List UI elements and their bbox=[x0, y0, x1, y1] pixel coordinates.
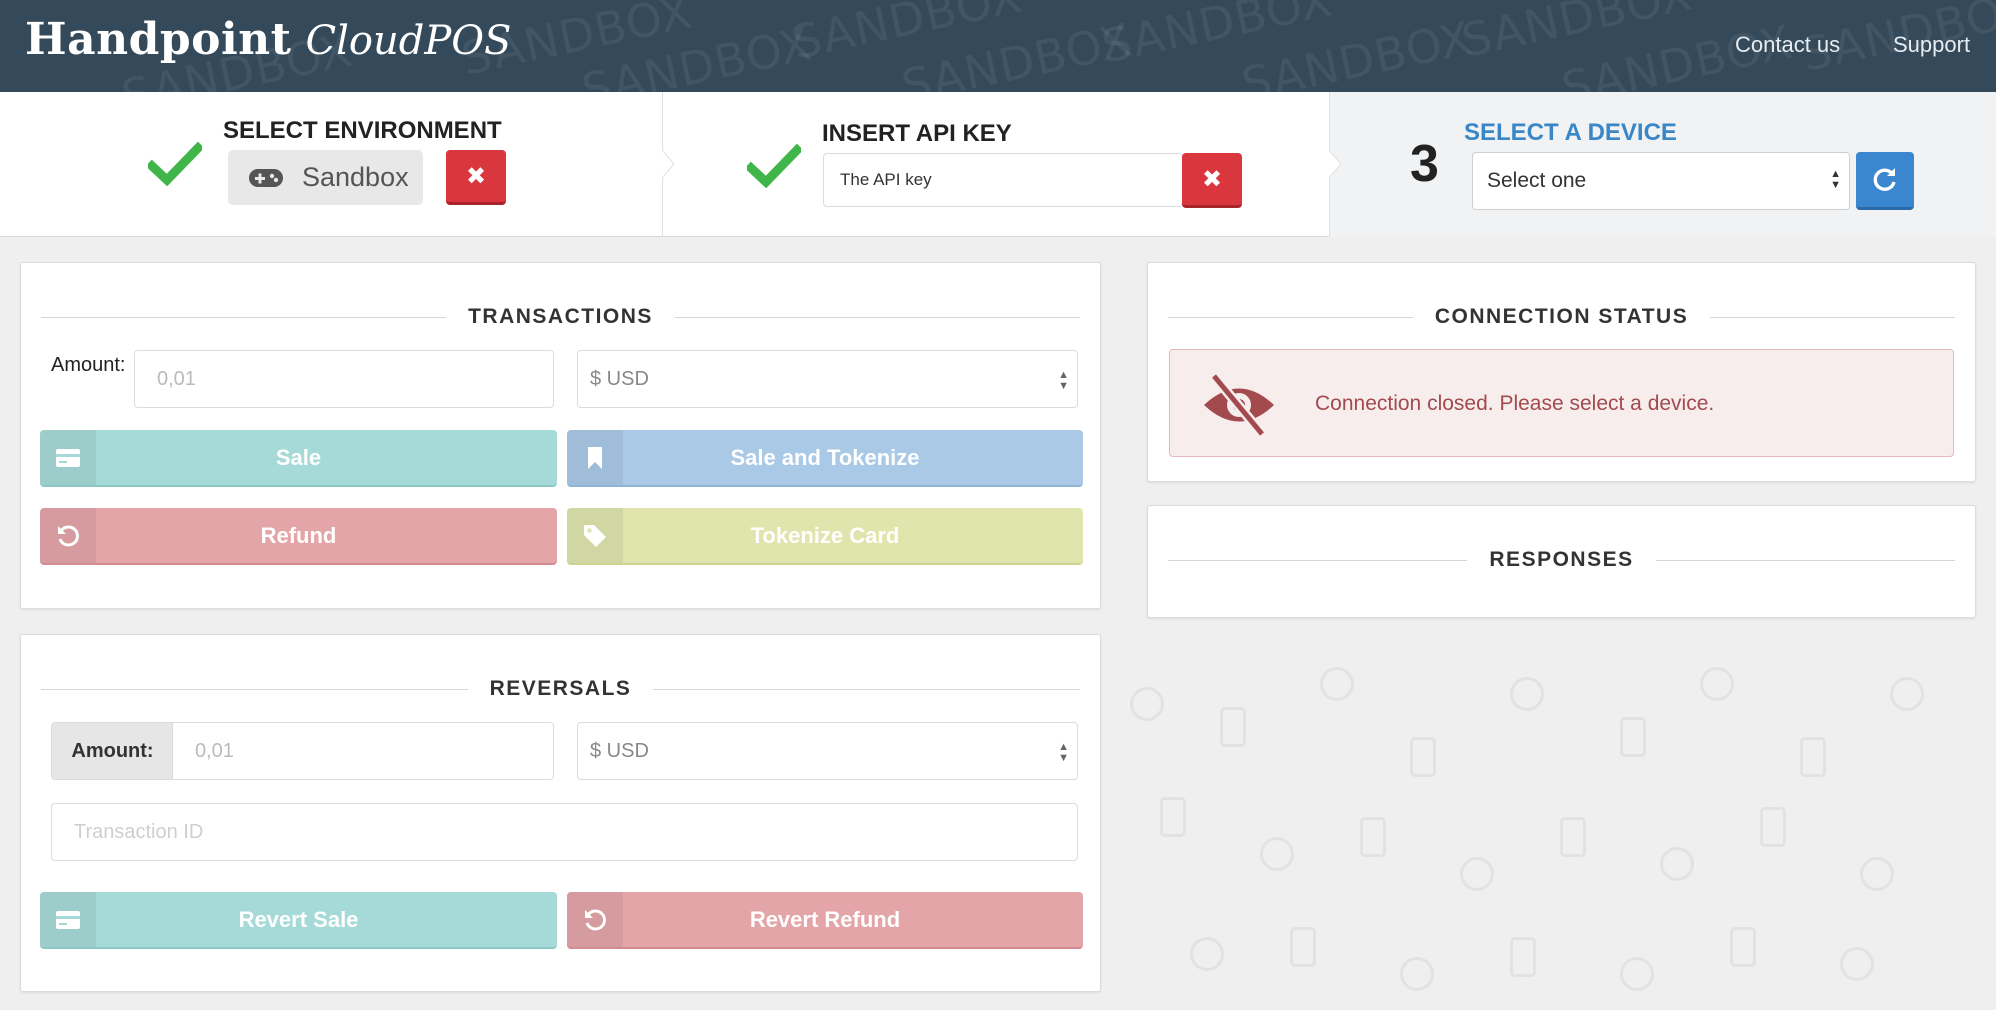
step-select-environment: SELECT ENVIRONMENT Sandbox ✖ bbox=[0, 92, 662, 237]
amount-input[interactable]: 0,01 bbox=[134, 350, 554, 408]
revert-sale-button[interactable]: Revert Sale bbox=[40, 892, 557, 949]
revert-refund-button[interactable]: Revert Refund bbox=[567, 892, 1083, 949]
amount-label: Amount: bbox=[51, 354, 126, 376]
select-arrows-icon: ▲ ▼ bbox=[1058, 369, 1069, 392]
refresh-icon bbox=[1873, 167, 1896, 191]
device-select[interactable]: Select one ▲ ▼ bbox=[1472, 152, 1850, 210]
responses-panel: RESPONSES bbox=[1147, 505, 1976, 618]
revert-sale-label: Revert Sale bbox=[238, 906, 359, 932]
nav-support[interactable]: Support bbox=[1893, 32, 1970, 58]
check-icon bbox=[747, 144, 801, 188]
bookmark-icon bbox=[567, 430, 623, 485]
step-title: INSERT API KEY bbox=[822, 120, 1012, 147]
revert-refund-label: Revert Refund bbox=[749, 906, 901, 932]
refresh-devices-button[interactable] bbox=[1856, 152, 1914, 210]
currency-value: $ USD bbox=[590, 368, 649, 390]
refund-button-label: Refund bbox=[260, 522, 337, 548]
reversal-currency-select[interactable]: $ USD ▲ ▼ bbox=[577, 722, 1078, 780]
top-navbar: SANDBOX SANDBOX SANDBOX SANDBOX SANDBOX … bbox=[0, 0, 1996, 92]
connection-message: Connection closed. Please select a devic… bbox=[1315, 392, 1715, 415]
sale-and-tokenize-button[interactable]: Sale and Tokenize bbox=[567, 430, 1083, 487]
undo-icon bbox=[40, 508, 96, 563]
amount-label: Amount: bbox=[71, 739, 154, 762]
clear-environment-button[interactable]: ✖ bbox=[446, 150, 506, 205]
select-arrows-icon: ▲ ▼ bbox=[1830, 168, 1841, 191]
step-number: 3 bbox=[1410, 135, 1439, 193]
panel-title: REVERSALS bbox=[489, 677, 632, 700]
panel-title: RESPONSES bbox=[1489, 548, 1634, 571]
credit-card-icon bbox=[40, 430, 96, 485]
panel-heading: REVERSALS bbox=[41, 674, 1081, 704]
brand-name: Handpoint bbox=[25, 14, 292, 65]
panel-title: TRANSACTIONS bbox=[468, 305, 653, 328]
connection-alert: Connection closed. Please select a devic… bbox=[1169, 349, 1954, 457]
eye-slash-icon bbox=[1204, 372, 1274, 438]
undo-icon bbox=[567, 892, 623, 947]
amount-addon: Amount: bbox=[51, 722, 173, 780]
currency-select[interactable]: $ USD ▲ ▼ bbox=[577, 350, 1078, 408]
clear-api-key-button[interactable]: ✖ bbox=[1182, 153, 1242, 208]
gamepad-icon bbox=[249, 168, 283, 187]
tokenize-card-label: Tokenize Card bbox=[750, 522, 900, 548]
currency-value: $ USD bbox=[590, 740, 649, 762]
brand-logo[interactable]: Handpoint CloudPOS bbox=[25, 14, 511, 74]
environment-value: Sandbox bbox=[302, 162, 409, 192]
select-arrows-icon: ▲ ▼ bbox=[1058, 741, 1069, 764]
tag-icon bbox=[567, 508, 623, 563]
product-name: CloudPOS bbox=[305, 18, 512, 64]
nav-contact-us[interactable]: Contact us bbox=[1735, 32, 1840, 58]
chevron-right-icon bbox=[1329, 150, 1342, 178]
api-key-input[interactable]: The API key bbox=[823, 153, 1183, 207]
panel-heading: RESPONSES bbox=[1168, 545, 1955, 575]
reversal-amount-input[interactable]: 0,01 bbox=[172, 722, 554, 780]
close-icon: ✖ bbox=[1201, 165, 1223, 193]
sale-button[interactable]: Sale bbox=[40, 430, 557, 487]
setup-steps-bar: SELECT ENVIRONMENT Sandbox ✖ INSERT API … bbox=[0, 92, 1996, 237]
panel-title: CONNECTION STATUS bbox=[1434, 305, 1689, 328]
close-icon: ✖ bbox=[465, 162, 487, 190]
check-icon bbox=[148, 142, 202, 186]
sale-and-tokenize-label: Sale and Tokenize bbox=[730, 444, 920, 470]
panel-heading: TRANSACTIONS bbox=[41, 302, 1080, 332]
step-title: SELECT ENVIRONMENT bbox=[223, 117, 502, 144]
step-title: SELECT A DEVICE bbox=[1464, 119, 1677, 146]
environment-badge: Sandbox bbox=[228, 150, 423, 205]
credit-card-icon bbox=[40, 892, 96, 947]
panel-heading: CONNECTION STATUS bbox=[1168, 302, 1956, 332]
transaction-id-input[interactable]: Transaction ID bbox=[51, 803, 1078, 861]
device-select-value: Select one bbox=[1487, 169, 1587, 192]
sale-button-label: Sale bbox=[275, 444, 322, 470]
refund-button[interactable]: Refund bbox=[40, 508, 557, 565]
tokenize-card-button[interactable]: Tokenize Card bbox=[567, 508, 1083, 565]
